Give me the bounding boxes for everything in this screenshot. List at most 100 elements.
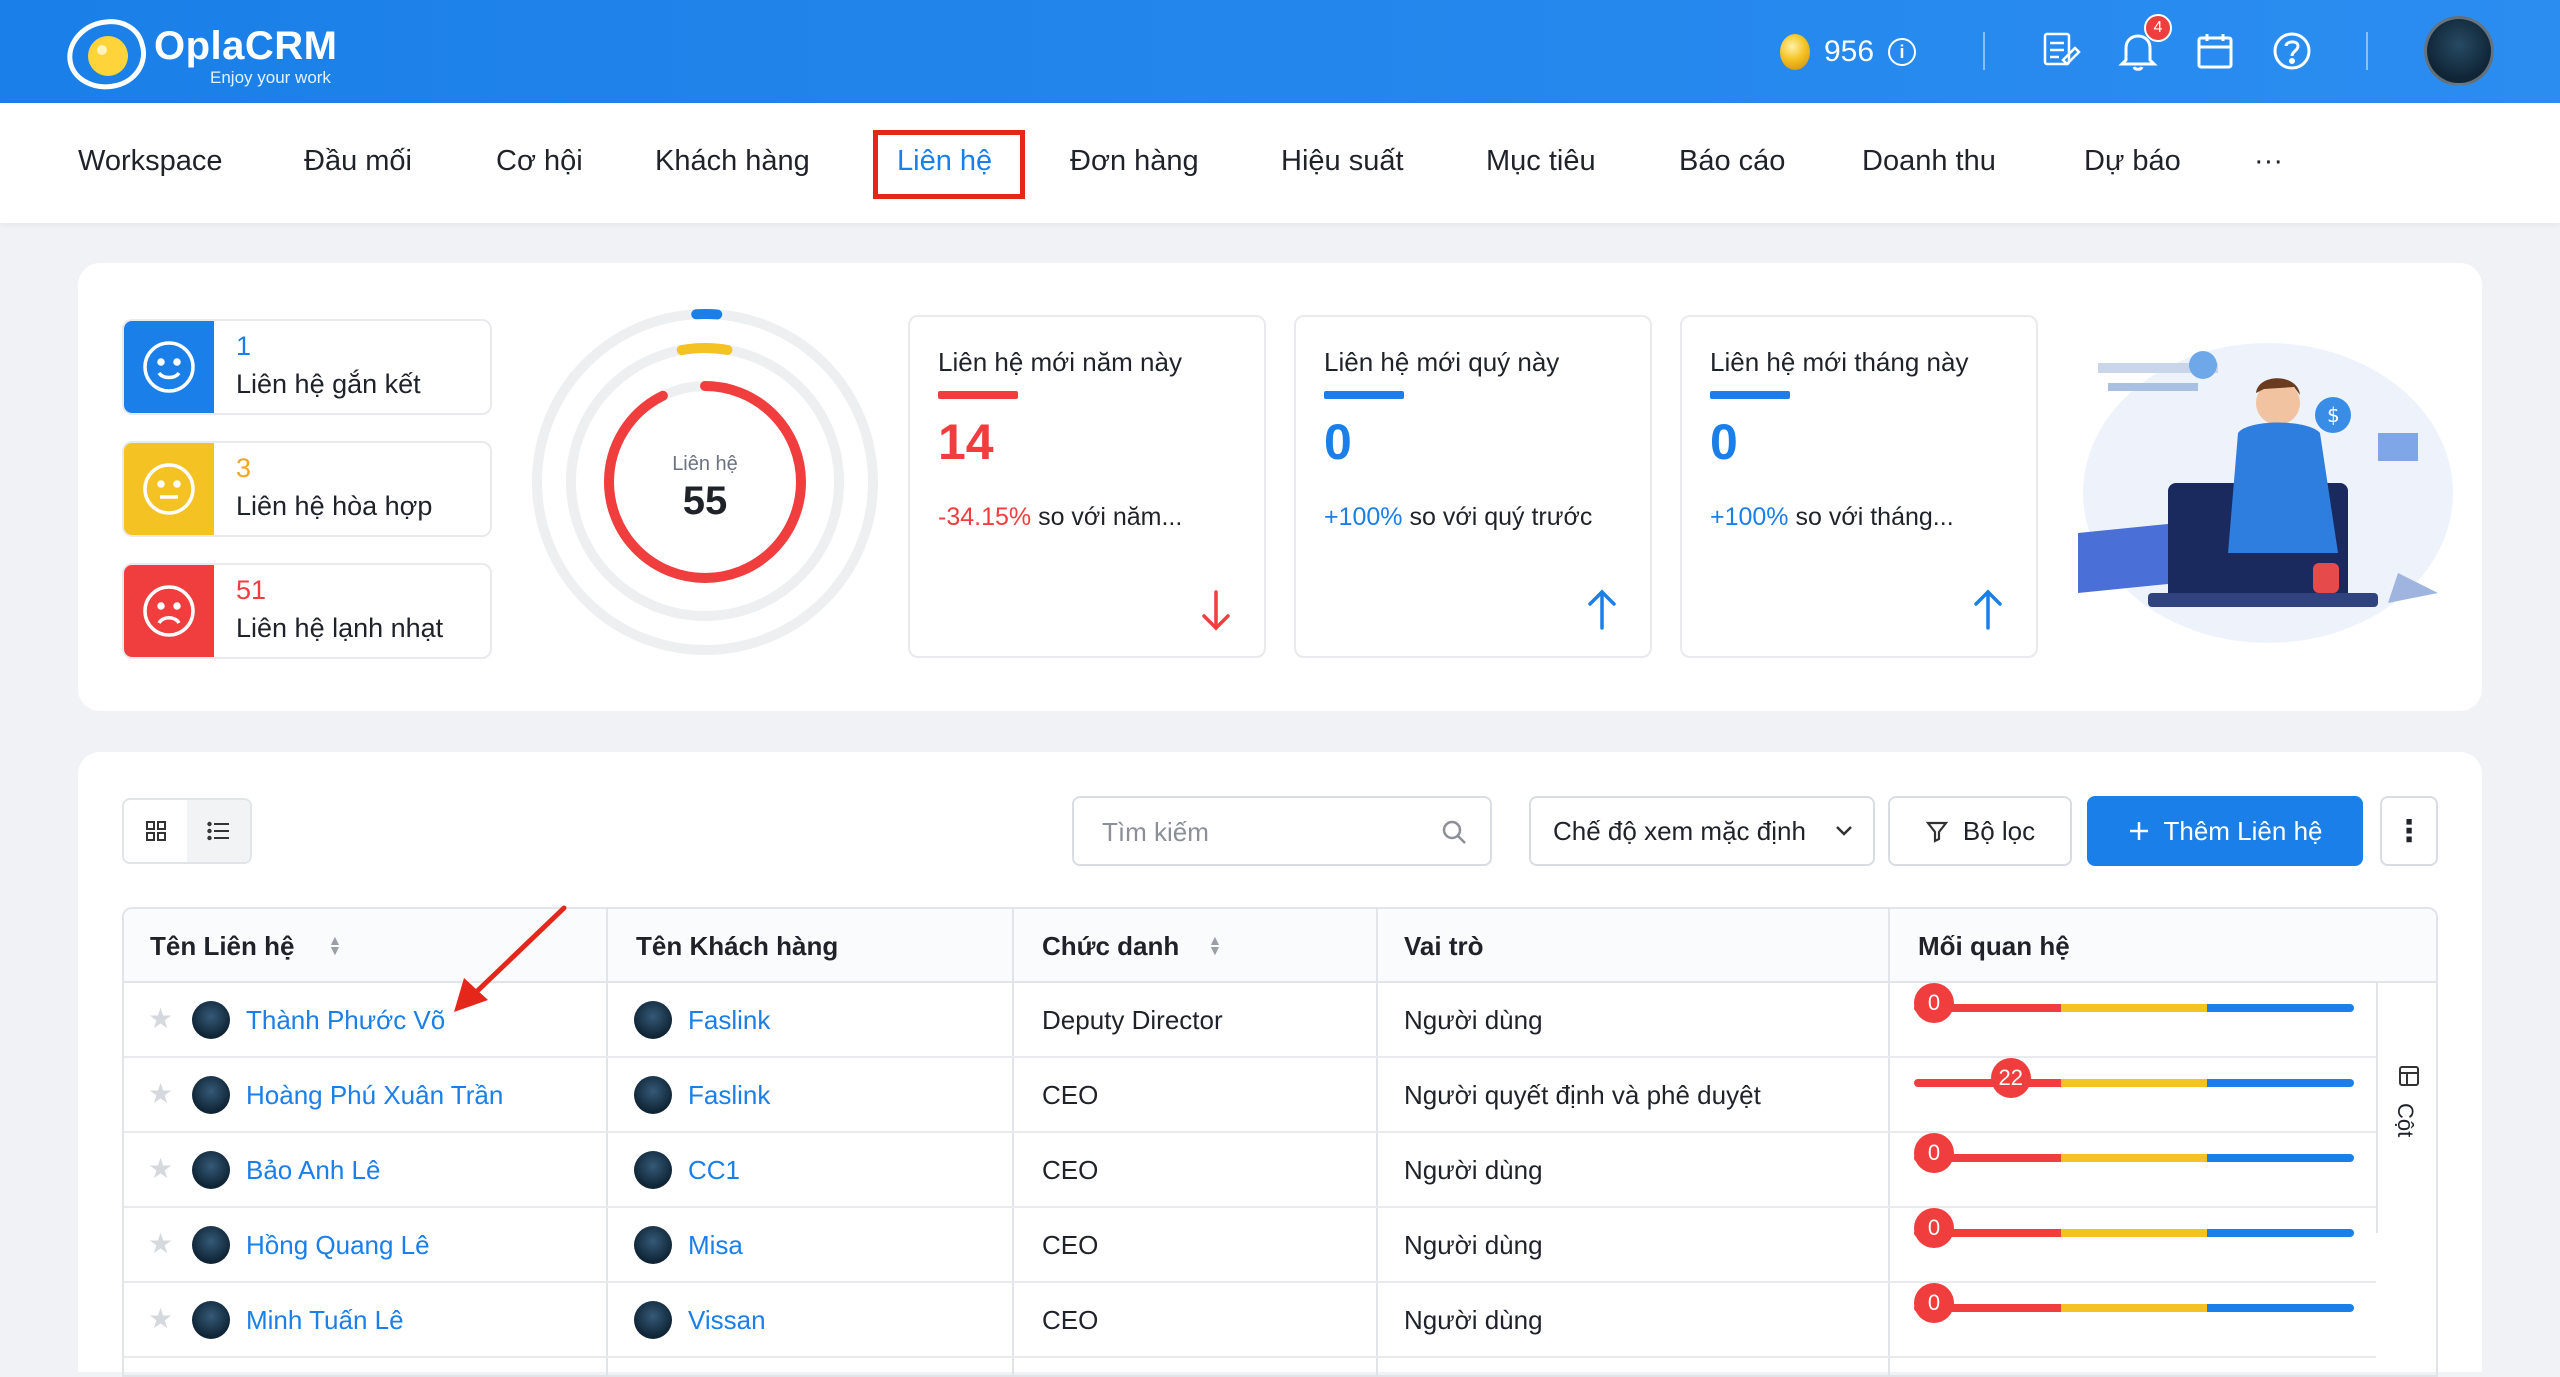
star-icon[interactable]: ★ (148, 1305, 173, 1333)
card-title: Liên hệ mới quý này (1324, 347, 1560, 377)
mood-engaged[interactable]: 1 Liên hệ gắn kết (122, 319, 492, 415)
table-row[interactable]: ★ Hồng Quang Lê Misa CEO Người dùng 0 (124, 1208, 2376, 1283)
relationship-bar (1914, 1079, 2354, 1087)
star-icon[interactable]: ★ (148, 1230, 173, 1258)
happy-face-icon (124, 321, 214, 413)
nav-goals[interactable]: Mục tiêu (1486, 145, 1596, 178)
info-icon[interactable]: i (1888, 38, 1917, 66)
contact-avatar (192, 1076, 230, 1114)
star-icon[interactable]: ★ (148, 1155, 173, 1183)
company-name-link[interactable]: Misa (688, 1230, 743, 1261)
notification-badge: 4 (2144, 14, 2172, 42)
mood-cold[interactable]: 51 Liên hệ lạnh nhạt (122, 563, 492, 659)
user-avatar[interactable] (2424, 16, 2494, 86)
coin-balance[interactable]: 956 i (1780, 30, 1917, 74)
relationship-score[interactable]: 0 (1914, 983, 1954, 1023)
star-icon[interactable]: ★ (148, 1080, 173, 1108)
view-toggle (122, 798, 252, 864)
table-row[interactable]: ★ Hoàng Phú Xuân Trần Faslink CEO Người … (124, 1058, 2376, 1133)
calendar-icon[interactable] (2191, 26, 2239, 76)
columns-label: Cột (2393, 1103, 2418, 1138)
role: Người quyết định và phê duyệt (1404, 1080, 1761, 1110)
ring-total: 55 (682, 479, 728, 523)
header-customer-name[interactable]: Tên Khách hàng (636, 931, 838, 962)
bell-icon[interactable]: 4 (2114, 14, 2172, 76)
contact-stats-panel: 1 Liên hệ gắn kết 3 Liên hệ hòa hợp 51 L… (78, 263, 2482, 711)
relationship-score[interactable]: 0 (1914, 1208, 1954, 1248)
nav-revenue[interactable]: Doanh thu (1862, 145, 1996, 178)
list-view-icon[interactable] (187, 800, 250, 862)
company-name-link[interactable]: Faslink (688, 1080, 770, 1111)
header-relationship[interactable]: Mối quan hệ (1918, 931, 2070, 962)
company-name-link[interactable]: Faslink (688, 1005, 770, 1036)
nav-leads[interactable]: Đầu mối (304, 145, 412, 178)
more-options-button[interactable]: ⋮ (2380, 796, 2438, 866)
mood-harmonious[interactable]: 3 Liên hệ hòa hợp (122, 441, 492, 537)
nav-opportunities[interactable]: Cơ hội (496, 145, 583, 178)
chevron-down-icon (1836, 826, 1852, 836)
search-input[interactable] (1100, 814, 1430, 850)
nav-forecast[interactable]: Dự báo (2084, 145, 2181, 178)
stat-card-month[interactable]: Liên hệ mới tháng này 0 +100% so với thá… (1680, 315, 2038, 658)
company-logo (634, 1151, 672, 1189)
grid-view-icon[interactable] (124, 800, 187, 862)
view-mode-select[interactable]: Chế độ xem mặc định (1529, 796, 1875, 866)
stat-card-quarter[interactable]: Liên hệ mới quý này 0 +100% so với quý t… (1294, 315, 1652, 658)
stat-card-year[interactable]: Liên hệ mới năm này 14 -34.15% so với nă… (908, 315, 1266, 658)
relationship-bar (1914, 1004, 2354, 1012)
relationship-bar (1914, 1304, 2354, 1312)
nav-performance[interactable]: Hiệu suất (1281, 145, 1404, 178)
table-row[interactable]: ★ Bảo Anh Lê CC1 CEO Người dùng 0 (124, 1133, 2376, 1208)
mood-count: 1 (236, 331, 252, 361)
nav-more[interactable]: ··· (2254, 145, 2283, 178)
nav-contacts[interactable]: Liên hệ (897, 145, 992, 178)
nav-workspace[interactable]: Workspace (78, 145, 223, 178)
company-logo (634, 1001, 672, 1039)
top-bar: OplaCRM Enjoy your work 956 i 4 (0, 0, 2560, 103)
mood-count: 51 (236, 575, 267, 605)
sort-icon[interactable]: ▲ ▼ (328, 933, 342, 957)
sad-face-icon (124, 565, 214, 657)
nav-orders[interactable]: Đơn hàng (1070, 145, 1199, 178)
contact-name-link[interactable]: Minh Tuấn Lê (246, 1305, 404, 1336)
nav-customers[interactable]: Khách hàng (655, 145, 810, 178)
contact-name-link[interactable]: Thành Phước Võ (246, 1005, 445, 1036)
role: Người dùng (1404, 1155, 1543, 1185)
card-comparison: +100% so với quý trước (1324, 503, 1593, 531)
contact-name-link[interactable]: Bảo Anh Lê (246, 1155, 380, 1186)
header-job-title[interactable]: Chức danh (1042, 931, 1179, 962)
relationship-score[interactable]: 0 (1914, 1283, 1954, 1323)
sort-icon[interactable]: ▲ ▼ (1208, 933, 1222, 957)
mood-label: Liên hệ gắn kết (236, 369, 421, 399)
card-comparison: +100% so với tháng... (1710, 503, 1954, 531)
add-contact-button[interactable]: Thêm Liên hệ (2087, 796, 2363, 866)
contact-name-link[interactable]: Hoàng Phú Xuân Trần (246, 1080, 503, 1111)
mood-count: 3 (236, 453, 252, 483)
contact-name-link[interactable]: Hồng Quang Lê (246, 1230, 430, 1261)
company-name-link[interactable]: Vissan (688, 1305, 766, 1336)
relationship-bar (1914, 1229, 2354, 1237)
job-title: CEO (1042, 1155, 1099, 1185)
filter-label: Bộ lọc (1962, 815, 2036, 846)
filter-icon (1925, 821, 1949, 843)
checklist-icon[interactable] (2036, 26, 2084, 76)
contact-avatar (192, 1151, 230, 1189)
card-comparison: -34.15% so với năm... (938, 503, 1183, 531)
columns-button[interactable]: Cột (2376, 983, 2436, 1233)
header-role[interactable]: Vai trò (1404, 931, 1483, 962)
nav-reports[interactable]: Báo cáo (1679, 145, 1785, 178)
relationship-score[interactable]: 22 (1990, 1058, 2031, 1098)
divider (2366, 32, 2368, 70)
filter-button[interactable]: Bộ lọc (1888, 796, 2072, 866)
header-contact-name[interactable]: Tên Liên hệ (150, 931, 294, 962)
app-logo[interactable]: OplaCRM Enjoy your work (62, 10, 362, 94)
neutral-face-icon (124, 443, 214, 535)
table-row[interactable]: ★ Minh Tuấn Lê Vissan CEO Người dùng 0 (124, 1283, 2376, 1358)
plus-icon (2129, 822, 2148, 840)
help-icon[interactable] (2268, 26, 2316, 76)
company-name-link[interactable]: CC1 (688, 1155, 740, 1186)
annotation-arrow (454, 905, 567, 1012)
star-icon[interactable]: ★ (148, 1005, 173, 1033)
relationship-score[interactable]: 0 (1914, 1133, 1954, 1173)
search-icon[interactable] (1440, 818, 1468, 846)
